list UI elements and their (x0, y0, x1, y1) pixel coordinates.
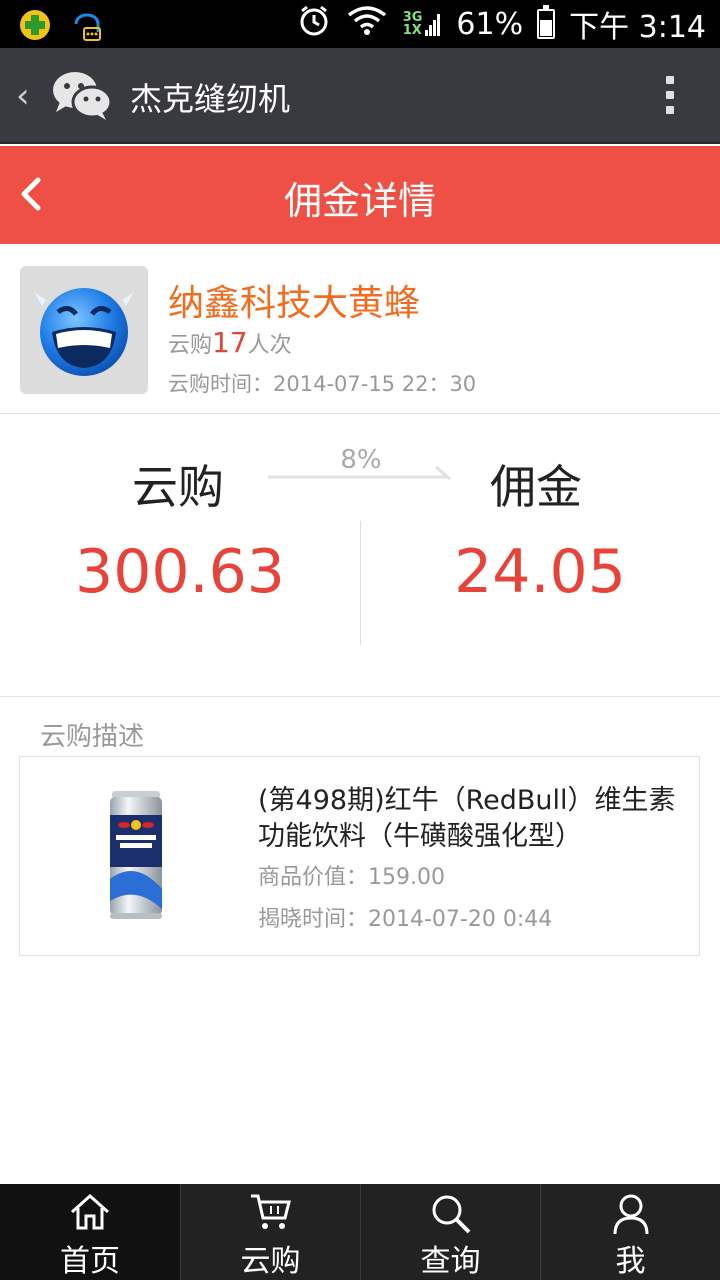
search-icon (432, 1195, 470, 1234)
purchase-time: 云购时间：2014-07-15 22：30 (168, 372, 477, 396)
page-title: 佣金详情 (283, 179, 436, 223)
nav-purchase[interactable]: 云购 (180, 1184, 360, 1280)
wechat-header: ‹ 杰克缝纫机 (0, 48, 720, 144)
clock: 下午 3:14 (569, 10, 706, 45)
redbull-can-image (108, 789, 164, 925)
commission-amount: 24.05 (454, 537, 626, 607)
nav-home[interactable]: 首页 (0, 1184, 180, 1280)
arrow-right-icon (268, 465, 451, 481)
wechat-back-icon[interactable]: ‹ (16, 76, 30, 116)
laughing-face-icon (34, 288, 134, 376)
alarm-icon (297, 3, 331, 45)
nav-search[interactable]: 查询 (360, 1184, 540, 1280)
qq-notification-icon (70, 6, 104, 48)
bottom-nav: 首页 云购 查询 我 (0, 1184, 720, 1280)
user-icon (613, 1194, 648, 1235)
home-icon (71, 1193, 109, 1230)
purchase-amount: 300.63 (75, 537, 285, 607)
nav-search-label: 查询 (420, 1244, 481, 1279)
product-price: 商品价值：159.00 (258, 865, 445, 890)
user-name: 纳鑫科技大黄蜂 (168, 283, 421, 324)
product-title[interactable]: (第498期)红牛（RedBull）维生素功能饮料（牛磺酸强化型） (258, 783, 688, 855)
battery-icon (537, 5, 556, 39)
battery-percent: 61% (456, 6, 524, 42)
product-card[interactable]: (第498期)红牛（RedBull）维生素功能饮料（牛磺酸强化型） 商品价值：1… (19, 756, 700, 956)
avatar (20, 266, 148, 394)
nav-home-label: 首页 (60, 1244, 120, 1279)
reveal-time: 揭晓时间：2014-07-20 0:44 (258, 907, 553, 932)
user-info-section: 纳鑫科技大黄蜂 云购17人次 云购时间：2014-07-15 22：30 (0, 244, 720, 414)
wifi-icon (345, 3, 389, 45)
more-menu-icon[interactable] (666, 76, 674, 114)
page-header: 佣金详情 (0, 146, 720, 244)
purchase-count-number: 17 (212, 326, 248, 359)
status-bar: 3G 1X 61% 下午 3:14 (0, 0, 720, 48)
signal-indicator: 3G 1X (403, 10, 443, 38)
purchase-count: 云购17人次 (168, 326, 292, 359)
nav-purchase-label: 云购 (240, 1244, 301, 1279)
nav-me-label: 我 (615, 1244, 646, 1279)
description-label: 云购描述 (40, 722, 145, 752)
wechat-logo-icon (50, 68, 114, 128)
app-plus-icon (18, 8, 52, 46)
cart-icon (250, 1194, 291, 1229)
commission-section: 云购 8% 佣金 300.63 24.05 (0, 415, 720, 697)
nav-me[interactable]: 我 (540, 1184, 720, 1280)
purchase-label: 云购 (132, 460, 224, 514)
commission-label: 佣金 (490, 460, 582, 514)
wechat-title: 杰克缝纫机 (130, 80, 291, 118)
